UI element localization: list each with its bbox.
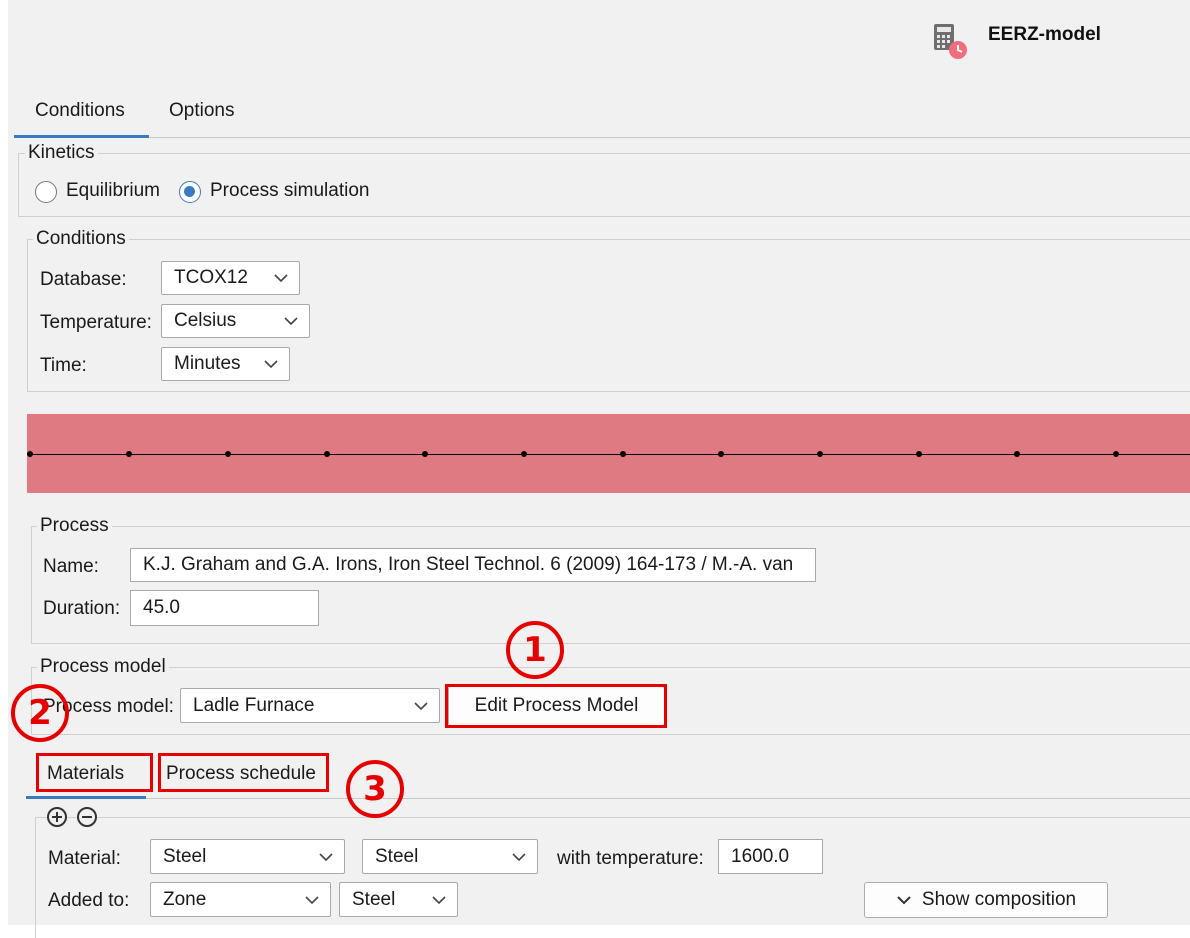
added-to-value: Zone [163, 888, 207, 910]
chevron-down-icon [264, 360, 278, 369]
chevron-down-icon [414, 701, 428, 710]
chevron-down-icon [512, 852, 526, 861]
timeline-marker [1113, 451, 1119, 457]
timeline-marker [521, 451, 527, 457]
chevron-down-icon [274, 274, 288, 283]
temperature-label: Temperature: [40, 312, 152, 333]
chevron-down-icon [897, 896, 911, 905]
conditions-legend: Conditions [33, 228, 129, 250]
highlight-materials-tab [36, 753, 153, 792]
temperature-value: Celsius [174, 310, 237, 331]
process-model-value: Ladle Furnace [193, 694, 315, 716]
add-icon[interactable] [47, 807, 67, 827]
added-to-label: Added to: [48, 890, 130, 911]
material-phase-select[interactable]: Steel [362, 839, 538, 874]
timeline-marker [620, 451, 626, 457]
calculator-clock-icon [932, 22, 968, 62]
with-temperature-label: with temperature: [557, 848, 704, 869]
tab-options[interactable]: Options [169, 100, 234, 122]
material-value: Steel [163, 845, 207, 867]
process-simulation-label: Process simulation [210, 180, 370, 201]
timeline-marker [1014, 451, 1020, 457]
process-legend: Process [37, 515, 112, 537]
subtab-bar-divider [146, 798, 1190, 799]
active-tab-indicator [14, 135, 149, 138]
callout-1: 1 [506, 621, 564, 679]
duration-input[interactable]: 45.0 [130, 590, 319, 626]
callout-3: 3 [346, 760, 404, 818]
material-phase-value: Steel [375, 845, 419, 867]
process-model-select[interactable]: Ladle Furnace [180, 688, 440, 723]
timeline-marker [916, 451, 922, 457]
materials-group [35, 817, 1190, 938]
material-select[interactable]: Steel [150, 839, 345, 874]
temperature-select[interactable]: Celsius [161, 304, 310, 338]
database-value: TCOX12 [174, 267, 248, 288]
process-timeline[interactable] [27, 414, 1190, 493]
kinetics-legend: Kinetics [25, 142, 98, 164]
material-label: Material: [48, 848, 121, 869]
process-name-input[interactable]: K.J. Graham and G.A. Irons, Iron Steel T… [130, 548, 816, 582]
added-to-target-value: Steel [352, 888, 396, 910]
show-composition-button[interactable]: Show composition [864, 882, 1108, 918]
added-to-select[interactable]: Zone [150, 882, 331, 917]
timeline-marker [324, 451, 330, 457]
database-select[interactable]: TCOX12 [161, 261, 300, 295]
active-subtab-indicator [26, 796, 146, 799]
callout-2: 2 [11, 684, 69, 742]
time-select[interactable]: Minutes [161, 347, 290, 381]
time-value: Minutes [174, 353, 241, 374]
timeline-marker [126, 451, 132, 457]
duration-label: Duration: [43, 598, 121, 619]
chevron-down-icon [284, 317, 298, 326]
material-temperature-input[interactable]: 1600.0 [718, 839, 823, 874]
time-label: Time: [40, 355, 87, 376]
added-to-target-select[interactable]: Steel [339, 882, 458, 917]
timeline-marker [422, 451, 428, 457]
timeline-marker [718, 451, 724, 457]
highlight-edit-process-model [445, 684, 667, 728]
process-name-label: Name: [43, 556, 99, 577]
timeline-marker [225, 451, 231, 457]
timeline-marker [817, 451, 823, 457]
timeline-marker [27, 451, 33, 457]
process-model-legend: Process model [37, 656, 169, 678]
process-group [31, 526, 1190, 644]
process-simulation-radio[interactable] [179, 181, 201, 203]
tab-bar-divider [149, 137, 1190, 138]
tab-conditions[interactable]: Conditions [35, 100, 125, 122]
chevron-down-icon [305, 895, 319, 904]
show-composition-label: Show composition [921, 889, 1077, 910]
remove-icon[interactable] [77, 807, 97, 827]
model-title: EERZ-model [988, 24, 1101, 45]
equilibrium-label: Equilibrium [66, 180, 160, 201]
highlight-process-schedule-tab [158, 753, 329, 792]
chevron-down-icon [319, 852, 333, 861]
equilibrium-radio[interactable] [35, 181, 57, 203]
database-label: Database: [40, 269, 127, 290]
chevron-down-icon [432, 895, 446, 904]
